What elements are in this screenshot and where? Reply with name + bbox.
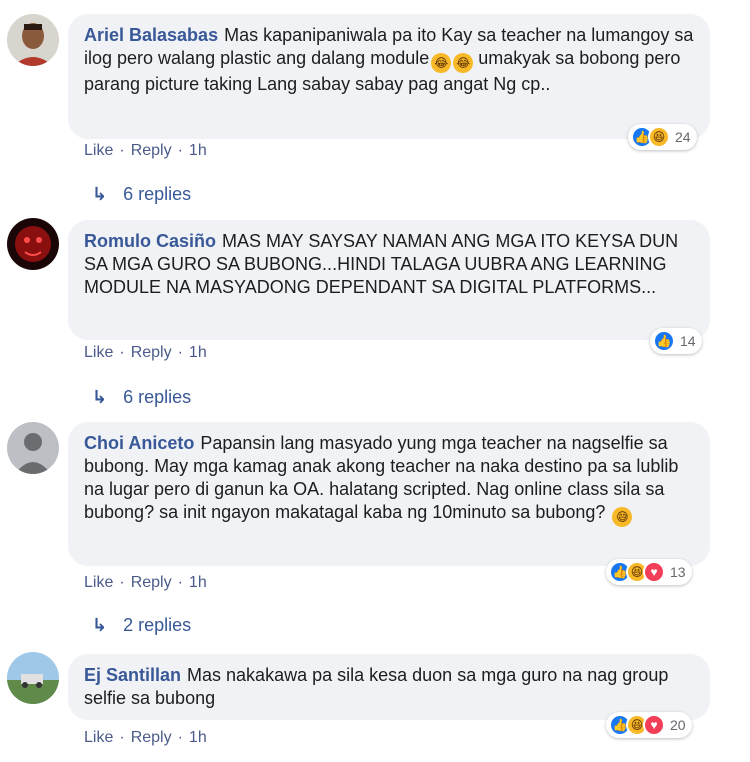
reaction-summary[interactable]: 👍 😆 ♥ 13 (606, 559, 692, 585)
avatar-choi-default[interactable] (7, 422, 59, 474)
comment-bubble: Ej Santillan Mas nakakawa pa sila kesa du… (68, 654, 710, 720)
like-button[interactable]: Like (84, 344, 113, 362)
rofl-emoji-icon: 😂 (431, 53, 452, 73)
view-replies-link[interactable]: ↳ 2 replies (92, 615, 191, 636)
reaction-summary[interactable]: 👍 😆 ♥ 20 (606, 712, 692, 738)
reaction-summary[interactable]: 👍 14 (650, 328, 702, 354)
timestamp[interactable]: 1h (189, 729, 207, 747)
replies-count: 6 replies (123, 387, 192, 407)
comment-author[interactable]: Choi Aniceto (84, 433, 194, 453)
avatar-ej[interactable] (7, 652, 59, 704)
reply-button[interactable]: Reply (131, 729, 172, 747)
reaction-summary[interactable]: 👍 😆 24 (628, 124, 697, 150)
sweat-smile-emoji-icon: 😅 (612, 507, 633, 527)
haha-reaction-icon: 😆 (648, 126, 670, 148)
reply-button[interactable]: Reply (131, 142, 172, 160)
view-replies-link[interactable]: ↳ 6 replies (92, 184, 191, 205)
like-reaction-icon: 👍 (653, 330, 675, 352)
reaction-count: 24 (675, 129, 691, 145)
reply-arrow-icon: ↳ (92, 387, 108, 407)
reaction-count: 13 (670, 564, 686, 580)
reply-arrow-icon: ↳ (92, 184, 108, 204)
comment-author[interactable]: Ej Santillan (84, 665, 181, 685)
like-button[interactable]: Like (84, 729, 113, 747)
comment-actions: Like · Reply · 1h (84, 344, 207, 362)
like-button[interactable]: Like (84, 574, 113, 592)
timestamp[interactable]: 1h (189, 574, 207, 592)
timestamp[interactable]: 1h (189, 142, 207, 160)
rofl-emoji-icon: 😂 (453, 53, 474, 73)
timestamp[interactable]: 1h (189, 344, 207, 362)
comment-actions: Like · Reply · 1h (84, 729, 207, 747)
reaction-count: 20 (670, 717, 686, 733)
reply-button[interactable]: Reply (131, 574, 172, 592)
reply-arrow-icon: ↳ (92, 615, 108, 635)
replies-count: 6 replies (123, 184, 192, 204)
comment-actions: Like · Reply · 1h (84, 142, 207, 160)
comment-bubble: Ariel Balasabas Mas kapanipaniwala pa ito… (68, 14, 710, 139)
like-button[interactable]: Like (84, 142, 113, 160)
comment-bubble: Choi Aniceto Papansin lang masyado yung m… (68, 422, 710, 566)
replies-count: 2 replies (123, 615, 192, 635)
comment-bubble: Romulo Casiño MAS MAY SAYSAY NAMAN ANG MG… (68, 220, 710, 340)
avatar-romulo[interactable] (7, 218, 59, 270)
comment-author[interactable]: Romulo Casiño (84, 231, 216, 251)
love-reaction-icon: ♥ (643, 714, 665, 736)
avatar-ariel[interactable] (7, 14, 59, 66)
love-reaction-icon: ♥ (643, 561, 665, 583)
comment-actions: Like · Reply · 1h (84, 574, 207, 592)
view-replies-link[interactable]: ↳ 6 replies (92, 387, 191, 408)
reply-button[interactable]: Reply (131, 344, 172, 362)
comment-author[interactable]: Ariel Balasabas (84, 25, 218, 45)
reaction-count: 14 (680, 333, 696, 349)
